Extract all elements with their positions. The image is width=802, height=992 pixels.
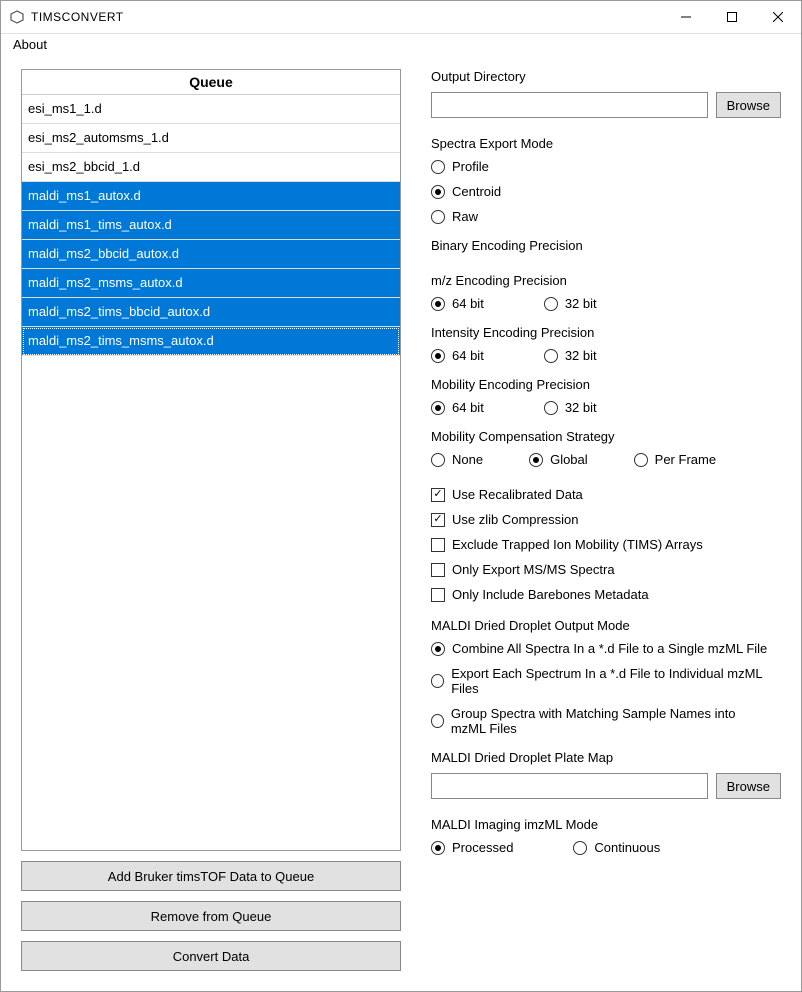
mz-precision-label: m/z Encoding Precision: [431, 273, 781, 288]
close-button[interactable]: [755, 1, 801, 33]
output-directory-input[interactable]: [431, 92, 708, 118]
title-bar: TIMSCONVERT: [1, 1, 801, 34]
spectra-export-label: Spectra Export Mode: [431, 136, 781, 151]
check-recalibrated[interactable]: Use Recalibrated Data: [431, 487, 781, 502]
checkbox-icon: [431, 513, 445, 527]
radio-combine[interactable]: Combine All Spectra In a *.d File to a S…: [431, 641, 771, 656]
browse-output-button[interactable]: Browse: [716, 92, 781, 118]
radio-icon: [431, 297, 445, 311]
queue-item[interactable]: esi_ms2_automsms_1.d: [22, 124, 400, 153]
radio-icon: [431, 160, 445, 174]
queue-list[interactable]: Queue esi_ms1_1.desi_ms2_automsms_1.desi…: [21, 69, 401, 851]
browse-plate-map-button[interactable]: Browse: [716, 773, 781, 799]
radio-profile[interactable]: Profile: [431, 159, 781, 174]
queue-item[interactable]: maldi_ms2_tims_bbcid_autox.d: [22, 298, 400, 327]
check-only-msms[interactable]: Only Export MS/MS Spectra: [431, 562, 781, 577]
mobility-precision-label: Mobility Encoding Precision: [431, 377, 781, 392]
radio-icon: [431, 453, 445, 467]
radio-mobility-32[interactable]: 32 bit: [544, 400, 597, 415]
queue-item[interactable]: esi_ms1_1.d: [22, 95, 400, 124]
queue-item[interactable]: maldi_ms2_msms_autox.d: [22, 269, 400, 298]
radio-centroid[interactable]: Centroid: [431, 184, 781, 199]
radio-icon: [544, 297, 558, 311]
radio-icon: [573, 841, 587, 855]
radio-icon: [431, 210, 445, 224]
checkbox-icon: [431, 488, 445, 502]
imzml-mode-label: MALDI Imaging imzML Mode: [431, 817, 781, 832]
queue-header: Queue: [22, 70, 400, 95]
radio-group-spectra[interactable]: Group Spectra with Matching Sample Names…: [431, 706, 771, 736]
intensity-precision-label: Intensity Encoding Precision: [431, 325, 781, 340]
queue-item[interactable]: maldi_ms1_tims_autox.d: [22, 211, 400, 240]
radio-icon: [431, 714, 444, 728]
plate-map-label: MALDI Dried Droplet Plate Map: [431, 750, 781, 765]
radio-comp-none[interactable]: None: [431, 452, 483, 467]
radio-export-each[interactable]: Export Each Spectrum In a *.d File to In…: [431, 666, 771, 696]
radio-intensity-32[interactable]: 32 bit: [544, 348, 597, 363]
radio-raw[interactable]: Raw: [431, 209, 781, 224]
maximize-button[interactable]: [709, 1, 755, 33]
menu-about[interactable]: About: [9, 35, 51, 54]
radio-comp-perframe[interactable]: Per Frame: [634, 452, 716, 467]
radio-icon: [431, 841, 445, 855]
add-to-queue-button[interactable]: Add Bruker timsTOF Data to Queue: [21, 861, 401, 891]
radio-intensity-64[interactable]: 64 bit: [431, 348, 484, 363]
output-directory-label: Output Directory: [431, 69, 781, 84]
binary-precision-label: Binary Encoding Precision: [431, 238, 781, 253]
convert-data-button[interactable]: Convert Data: [21, 941, 401, 971]
check-barebones[interactable]: Only Include Barebones Metadata: [431, 587, 781, 602]
queue-item[interactable]: maldi_ms2_bbcid_autox.d: [22, 240, 400, 269]
app-icon: [9, 9, 25, 25]
plate-map-input[interactable]: [431, 773, 708, 799]
radio-icon: [431, 642, 445, 656]
radio-icon: [431, 674, 444, 688]
radio-icon: [529, 453, 543, 467]
minimize-button[interactable]: [663, 1, 709, 33]
radio-icon: [544, 401, 558, 415]
radio-mobility-64[interactable]: 64 bit: [431, 400, 484, 415]
check-zlib[interactable]: Use zlib Compression: [431, 512, 781, 527]
radio-icon: [634, 453, 648, 467]
radio-comp-global[interactable]: Global: [529, 452, 588, 467]
check-exclude-tims[interactable]: Exclude Trapped Ion Mobility (TIMS) Arra…: [431, 537, 781, 552]
queue-item[interactable]: maldi_ms1_autox.d: [22, 182, 400, 211]
queue-item[interactable]: esi_ms2_bbcid_1.d: [22, 153, 400, 182]
radio-processed[interactable]: Processed: [431, 840, 513, 855]
menu-bar: About: [1, 34, 801, 57]
queue-item[interactable]: maldi_ms2_tims_msms_autox.d: [22, 327, 400, 356]
mobility-comp-label: Mobility Compensation Strategy: [431, 429, 781, 444]
radio-mz-32[interactable]: 32 bit: [544, 296, 597, 311]
radio-icon: [431, 185, 445, 199]
window-title: TIMSCONVERT: [31, 10, 124, 24]
radio-mz-64[interactable]: 64 bit: [431, 296, 484, 311]
radio-icon: [544, 349, 558, 363]
checkbox-icon: [431, 588, 445, 602]
maldi-output-label: MALDI Dried Droplet Output Mode: [431, 618, 781, 633]
radio-icon: [431, 349, 445, 363]
radio-continuous[interactable]: Continuous: [573, 840, 660, 855]
checkbox-icon: [431, 538, 445, 552]
checkbox-icon: [431, 563, 445, 577]
radio-icon: [431, 401, 445, 415]
remove-from-queue-button[interactable]: Remove from Queue: [21, 901, 401, 931]
